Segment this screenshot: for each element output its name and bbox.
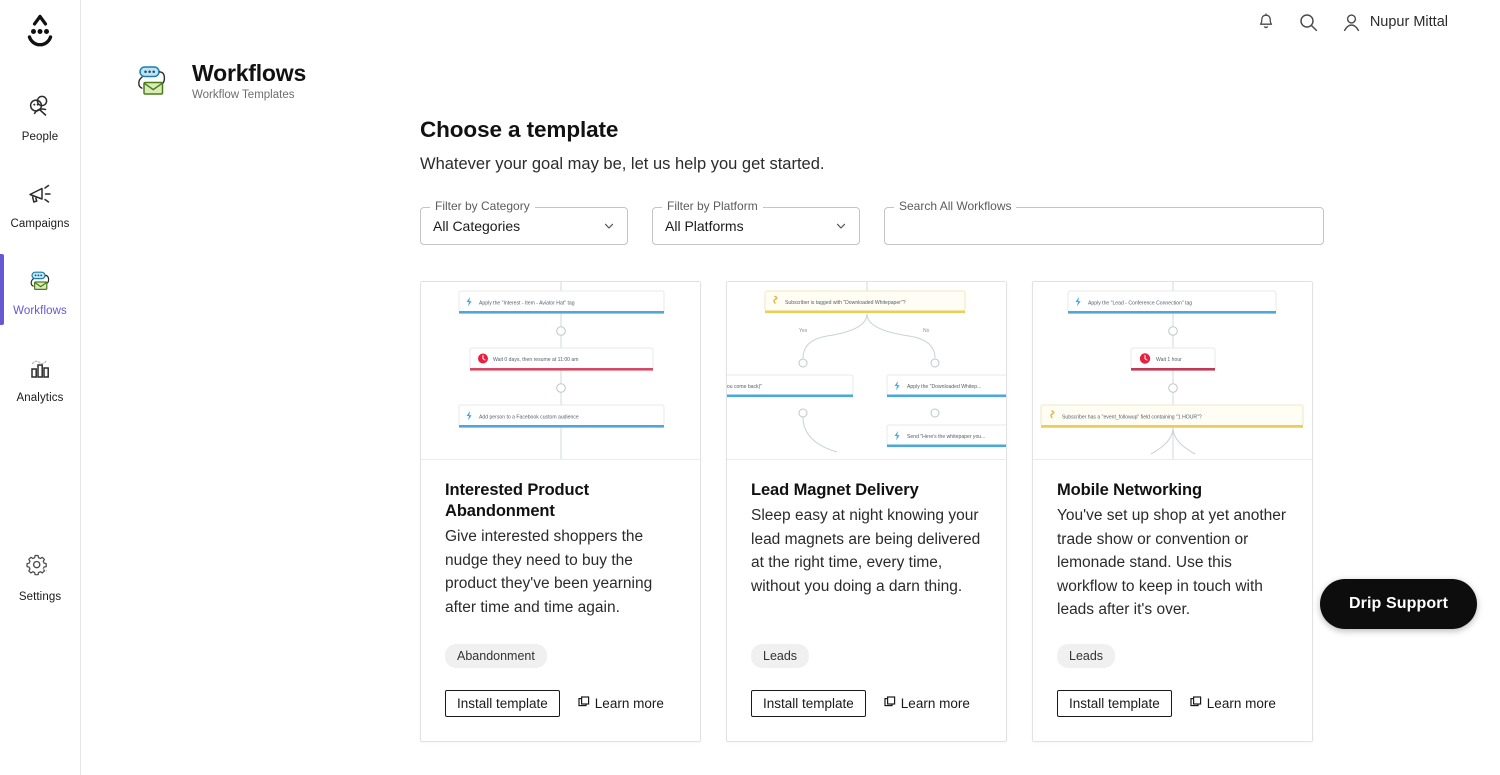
learn-more-label: Learn more — [594, 695, 664, 711]
content-subheading: Whatever your goal may be, let us help y… — [420, 155, 825, 173]
svg-text:Wait 0 days, then resume at 11: Wait 0 days, then resume at 11:00 am — [493, 357, 579, 363]
people-icon — [23, 90, 57, 124]
svg-text:No: No — [923, 328, 930, 334]
svg-text:Send "Here's the whitepaper yo: Send "Here's the whitepaper you... — [907, 434, 985, 440]
sidebar-item-label: People — [21, 131, 59, 143]
content: Choose a template Whatever your goal may… — [81, 117, 1500, 742]
sidebar-nav: People Campaigns Workflows Analytics — [0, 80, 80, 428]
svg-text:Wait 1 hour: Wait 1 hour — [1156, 357, 1182, 363]
page-subtitle: Workflow Templates — [192, 89, 295, 101]
card-description: Give interested shoppers the nudge they … — [445, 528, 653, 616]
bar-chart-icon — [23, 351, 57, 385]
sidebar-item-campaigns[interactable]: Campaigns — [0, 167, 80, 238]
status-badge: Leads — [751, 643, 810, 668]
sidebar: People Campaigns Workflows Analytics Set… — [0, 0, 81, 775]
sidebar-item-people[interactable]: People — [0, 80, 80, 151]
chevron-down-icon — [834, 220, 847, 233]
learn-more-label: Learn more — [1206, 695, 1276, 711]
install-template-button[interactable]: Install template — [1057, 689, 1172, 717]
svg-text:Subscriber has a "event_follow: Subscriber has a "event_followup" field … — [1062, 414, 1202, 420]
learn-more-link[interactable]: Learn more — [1190, 696, 1276, 711]
card-body: Interested Product Abandonment Give inte… — [421, 460, 700, 622]
chevron-down-icon — [602, 220, 615, 233]
workflow-preview: Subscriber is tagged with "Downloaded Wh… — [727, 282, 1006, 460]
megaphone-icon — [23, 177, 57, 211]
svg-text:Yes: Yes — [799, 328, 808, 334]
sidebar-item-label: Settings — [18, 591, 62, 603]
sidebar-item-settings[interactable]: Settings — [0, 540, 80, 611]
drip-support-button[interactable]: Drip Support — [1320, 579, 1477, 629]
page-header: Workflows Workflow Templates — [81, 44, 1500, 102]
sidebar-item-label: Campaigns — [10, 218, 70, 230]
learn-more-link[interactable]: Learn more — [884, 696, 970, 711]
template-card[interactable]: Apply the "Lead - Conference Connection"… — [1032, 281, 1313, 742]
filter-platform-value: All Platforms — [665, 218, 744, 234]
sidebar-item-label: Workflows — [13, 305, 67, 317]
external-window-icon — [884, 696, 896, 711]
workflow-icon — [23, 264, 57, 298]
main-area: Nupur Mittal Workflows Workflow Template… — [81, 0, 1500, 775]
page-header-text: Workflows Workflow Templates — [192, 60, 306, 101]
install-template-button[interactable]: Install template — [445, 689, 560, 717]
svg-text:Apply the "Lead - Conference C: Apply the "Lead - Conference Connection"… — [1088, 300, 1192, 306]
page-title: Workflows — [192, 60, 307, 86]
sidebar-item-label: Analytics — [16, 392, 64, 404]
user-name: Nupur Mittal — [1369, 14, 1448, 30]
svg-text:Apply the "Interest - Item - A: Apply the "Interest - Item - Aviator Hat… — [479, 300, 575, 306]
topbar: Nupur Mittal — [81, 0, 1500, 44]
card-body: Lead Magnet Delivery Sleep easy at night… — [727, 460, 1006, 622]
card-description: You've set up shop at yet another trade … — [1057, 507, 1287, 619]
filter-category-label: Filter by Category — [430, 199, 535, 213]
external-window-icon — [578, 696, 590, 711]
svg-text:Add person to a Facebook custo: Add person to a Facebook custom audience — [479, 414, 579, 420]
search-input[interactable] — [897, 218, 1311, 234]
template-card[interactable]: Apply the "Interest - Item - Aviator Hat… — [420, 281, 701, 742]
workflow-icon — [133, 64, 175, 102]
template-card[interactable]: Subscriber is tagged with "Downloaded Wh… — [726, 281, 1007, 742]
card-actions: Install template Learn more — [1057, 689, 1288, 717]
card-description: Sleep easy at night knowing your lead ma… — [751, 507, 981, 595]
learn-more-label: Learn more — [900, 695, 970, 711]
user-avatar-icon — [1341, 11, 1363, 33]
card-actions: Install template Learn more — [445, 689, 676, 717]
sidebar-item-workflows[interactable]: Workflows — [0, 254, 80, 325]
content-heading: Choose a template — [420, 117, 619, 142]
external-window-icon — [1190, 696, 1202, 711]
search-all-workflows-field[interactable]: Search All Workflows — [884, 199, 1324, 245]
svg-text:...whitepaper (glad you come b: ...whitepaper (glad you come back)" — [727, 384, 762, 390]
install-template-button[interactable]: Install template — [751, 689, 866, 717]
card-title: Mobile Networking — [1057, 481, 1202, 499]
user-menu[interactable]: Nupur Mittal — [1341, 11, 1448, 33]
workflow-preview: Apply the "Lead - Conference Connection"… — [1033, 282, 1312, 460]
filter-platform-label: Filter by Platform — [662, 199, 763, 213]
filter-category-value: All Categories — [433, 218, 521, 234]
bell-icon[interactable] — [1255, 11, 1277, 33]
search-icon[interactable] — [1298, 11, 1320, 33]
card-body: Mobile Networking You've set up shop at … — [1033, 460, 1312, 622]
status-badge: Abandonment — [445, 643, 547, 668]
filter-platform[interactable]: Filter by Platform All Platforms — [652, 199, 860, 245]
filter-bar: Filter by Category All Categories Filter… — [420, 199, 1460, 245]
sidebar-settings-wrap: Settings — [0, 540, 80, 627]
workflow-preview: Apply the "Interest - Item - Aviator Hat… — [421, 282, 700, 460]
card-title: Lead Magnet Delivery — [751, 481, 919, 499]
card-footer: Leads Install template Learn more — [727, 622, 1006, 741]
drip-smiley-logo[interactable] — [14, 10, 66, 58]
card-footer: Leads Install template Learn more — [1033, 622, 1312, 741]
sidebar-item-analytics[interactable]: Analytics — [0, 341, 80, 412]
app-root: People Campaigns Workflows Analytics Set… — [0, 0, 1500, 775]
learn-more-link[interactable]: Learn more — [578, 696, 664, 711]
card-actions: Install template Learn more — [751, 689, 982, 717]
gear-icon — [23, 550, 57, 584]
search-input-label: Search All Workflows — [894, 199, 1017, 213]
card-footer: Abandonment Install template Learn more — [421, 622, 700, 741]
template-card-grid: Apply the "Interest - Item - Aviator Hat… — [420, 281, 1460, 742]
svg-text:Apply the "Downloaded Whitep..: Apply the "Downloaded Whitep... — [907, 384, 981, 390]
card-title: Interested Product Abandonment — [445, 481, 589, 521]
status-badge: Leads — [1057, 643, 1116, 668]
filter-category[interactable]: Filter by Category All Categories — [420, 199, 628, 245]
svg-text:Subscriber is tagged with "Dow: Subscriber is tagged with "Downloaded Wh… — [785, 300, 906, 306]
